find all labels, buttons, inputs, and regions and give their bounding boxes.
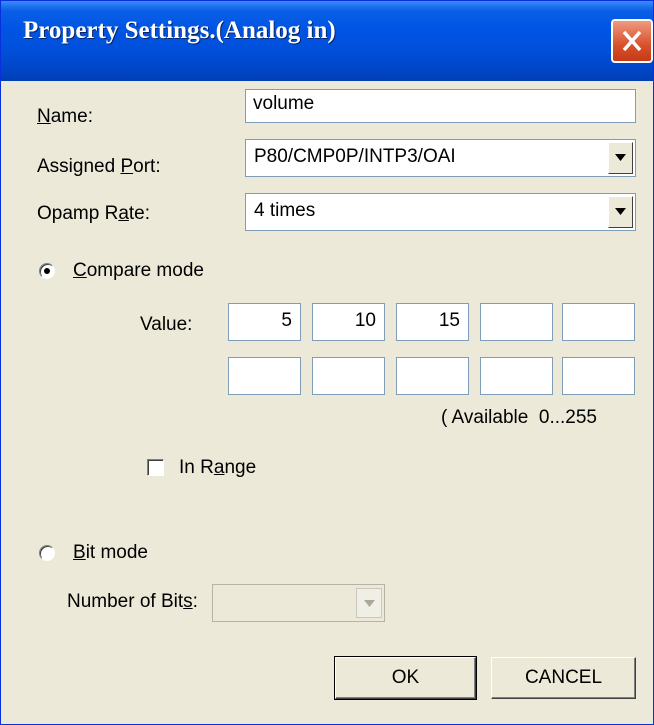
- window-title: Property Settings.(Analog in): [23, 17, 336, 44]
- cancel-button[interactable]: CANCEL: [491, 657, 636, 699]
- opamp-rate-select[interactable]: 4 times: [245, 193, 636, 231]
- value-cell-2-3[interactable]: [396, 357, 469, 395]
- in-range-checkbox[interactable]: [147, 459, 164, 476]
- chevron-down-icon: [615, 154, 626, 161]
- compare-mode-label[interactable]: Compare mode: [73, 260, 204, 282]
- assigned-port-label: Assigned Port:: [37, 156, 161, 177]
- property-settings-dialog: Property Settings.(Analog in) Name: volu…: [0, 0, 654, 725]
- title-bar[interactable]: Property Settings.(Analog in): [1, 1, 653, 81]
- value-cell-2-4[interactable]: [480, 357, 553, 395]
- name-input[interactable]: volume: [245, 89, 636, 123]
- opamp-rate-value: 4 times: [254, 200, 316, 221]
- close-button[interactable]: [611, 19, 653, 63]
- opamp-rate-label: Opamp Rate:: [37, 203, 151, 224]
- assigned-port-value: P80/CMP0P/INTP3/OAI: [254, 146, 456, 167]
- value-cell-1-5[interactable]: [562, 303, 635, 341]
- compare-mode-radio[interactable]: [39, 263, 55, 279]
- name-label: Name:: [37, 106, 93, 127]
- name-input-value: volume: [253, 93, 315, 114]
- value-cell-2-1[interactable]: [228, 357, 301, 395]
- available-range-note: ( Available 0...255: [441, 407, 597, 428]
- ok-button[interactable]: OK: [334, 656, 477, 700]
- value-label: Value:: [140, 314, 193, 335]
- chevron-down-icon: [364, 600, 375, 607]
- in-range-label[interactable]: In Range: [179, 457, 256, 479]
- number-of-bits-label: Number of Bits:: [67, 591, 198, 612]
- value-cell-1-3[interactable]: 15: [396, 303, 469, 341]
- value-cell-2-2[interactable]: [312, 357, 385, 395]
- chevron-down-icon: [615, 208, 626, 215]
- opamp-rate-dropdown-button[interactable]: [608, 196, 633, 228]
- bit-mode-radio[interactable]: [39, 545, 55, 561]
- number-of-bits-dropdown-button[interactable]: [356, 588, 382, 618]
- radio-selected-dot: [44, 268, 50, 274]
- close-icon: [622, 30, 642, 52]
- assigned-port-dropdown-button[interactable]: [608, 142, 633, 174]
- bit-mode-label[interactable]: Bit mode: [73, 542, 148, 564]
- value-cell-1-2[interactable]: 10: [312, 303, 385, 341]
- value-cell-1-4[interactable]: [480, 303, 553, 341]
- value-cell-1-1[interactable]: 5: [228, 303, 301, 341]
- number-of-bits-select[interactable]: [212, 584, 385, 622]
- value-cell-2-5[interactable]: [562, 357, 635, 395]
- assigned-port-select[interactable]: P80/CMP0P/INTP3/OAI: [245, 139, 636, 177]
